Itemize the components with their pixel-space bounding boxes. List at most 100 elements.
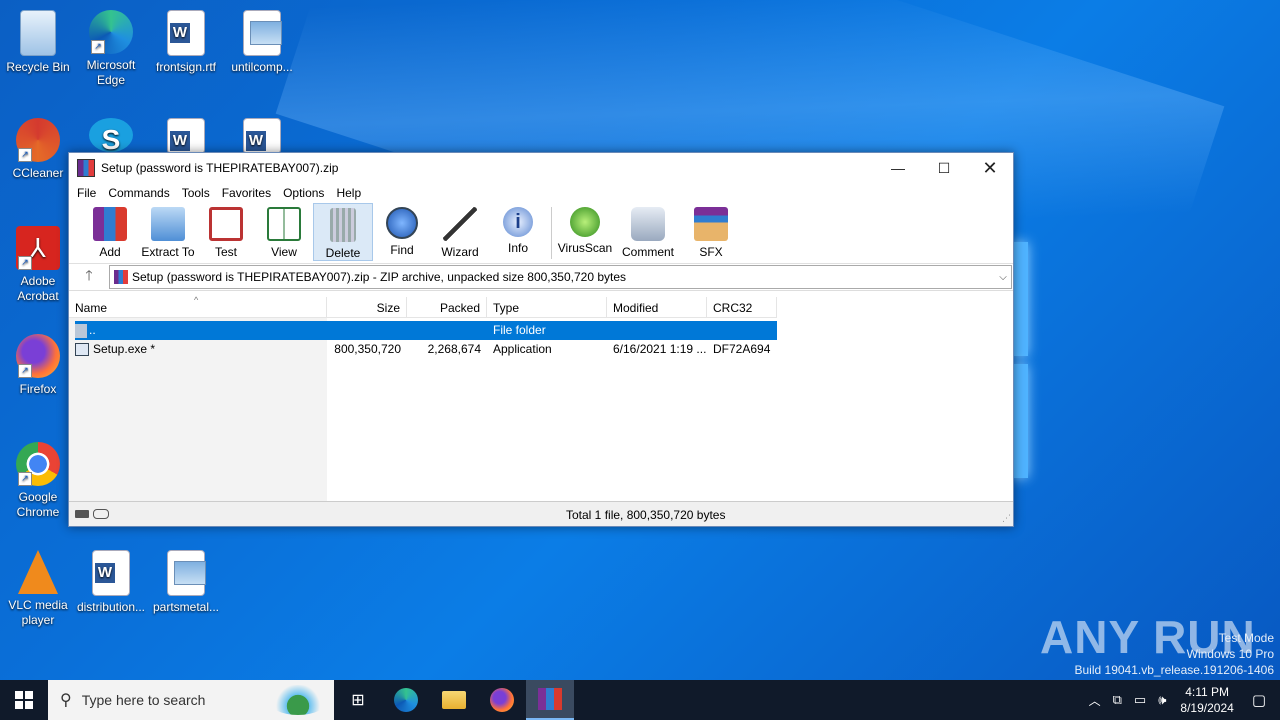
column-label: Name [75, 301, 108, 315]
watermark-line: Windows 10 Pro [1186, 647, 1274, 661]
row-name-cell: .. [75, 321, 327, 340]
system-tray: ︿ ⧉ ▭ 🕪 4:11 PM 8/19/2024 ▢ [1083, 680, 1280, 720]
edge-icon: ↗ [89, 10, 133, 54]
column-header-size[interactable]: Size [327, 297, 407, 317]
key-icon[interactable] [93, 509, 109, 519]
taskbar-winrar[interactable] [526, 680, 574, 720]
device-icon[interactable]: ⧉ [1113, 692, 1122, 708]
toolbar-label: SFX [699, 245, 723, 259]
toolbar: Add Extract To Test View Delete Find Wiz… [69, 203, 1013, 264]
desktop-icon-label: Recycle Bin [6, 60, 70, 74]
task-view-button[interactable]: ⊞ [334, 680, 382, 720]
table-row[interactable]: Setup.exe * 800,350,720 2,268,674 Applic… [75, 340, 777, 359]
desktop-icon-partsmetal[interactable]: partsmetal... [148, 544, 224, 615]
toolbar-label: View [271, 245, 297, 259]
desktop-icon-recycle-bin[interactable]: Recycle Bin [0, 4, 76, 75]
word-doc-icon: W [92, 550, 130, 596]
table-row[interactable]: .. File folder [75, 321, 777, 340]
menu-commands[interactable]: Commands [102, 186, 175, 200]
row-crc: DF72A694 [713, 342, 771, 356]
sfx-button[interactable]: SFX [682, 203, 740, 261]
desktop-icon-label: frontsign.rtf [155, 60, 217, 74]
desktop-icon-ccleaner[interactable]: ↗ CCleaner [0, 112, 76, 181]
column-header-packed[interactable]: Packed [407, 297, 487, 317]
toolbar-label: Extract To [141, 245, 195, 259]
menu-options[interactable]: Options [277, 186, 330, 200]
desktop-icon-label: untilcomp... [231, 60, 293, 74]
sfx-box-icon [694, 207, 728, 241]
chevron-up-icon[interactable]: ︿ [1089, 692, 1101, 709]
desktop-icon-firefox[interactable]: ↗ Firefox [0, 328, 76, 397]
chevron-down-icon[interactable]: ⌵ [995, 272, 1011, 283]
wallpaper-windows-logo [1012, 242, 1030, 480]
start-button[interactable] [0, 680, 48, 720]
acrobat-icon: ⅄ ↗ [16, 226, 60, 270]
desktop-icon-label: VLC media player [8, 598, 68, 627]
search-icon: ⚲ [60, 692, 72, 709]
row-name-cell: Setup.exe * [75, 340, 327, 359]
menu-help[interactable]: Help [330, 186, 367, 200]
taskbar-firefox[interactable] [478, 680, 526, 720]
menu-favorites[interactable]: Favorites [216, 186, 277, 200]
desktop-icon-edge[interactable]: ↗ Microsoft Edge [73, 4, 149, 88]
folder-icon [442, 691, 466, 709]
notification-icon[interactable]: ▢ [1252, 691, 1266, 709]
desktop-icon-label: CCleaner [12, 166, 64, 180]
desktop-icon-frontsign[interactable]: W frontsign.rtf [148, 4, 224, 75]
desktop-icon-untilcomp[interactable]: untilcomp... [224, 4, 300, 75]
title-bar[interactable]: Setup (password is THEPIRATEBAY007).zip … [69, 153, 1013, 183]
file-list[interactable]: Name ^ Size Packed Type Modified CRC32 ..… [69, 295, 1013, 501]
row-type: Application [493, 342, 552, 356]
resize-grip-icon[interactable]: ⋰ [1002, 513, 1011, 524]
status-text: Total 1 file, 800,350,720 bytes [566, 508, 726, 522]
row-modified [607, 321, 707, 340]
toolbar-label: Test [214, 245, 237, 259]
desktop-icon-label: Firefox [19, 382, 57, 396]
column-header-modified[interactable]: Modified [607, 297, 707, 317]
toolbar-separator [551, 207, 552, 259]
up-arrow-icon[interactable]: 🡑 [69, 265, 109, 289]
delete-button[interactable]: Delete [313, 203, 373, 261]
toolbar-label: Delete [325, 246, 361, 260]
image-file-icon [167, 550, 206, 596]
column-header-name[interactable]: Name ^ [69, 295, 327, 317]
virus-scan-icon [570, 207, 600, 237]
menu-tools[interactable]: Tools [176, 186, 216, 200]
network-icon[interactable]: ▭ [1134, 692, 1146, 708]
desktop-icon-acrobat[interactable]: ⅄ ↗ Adobe Acrobat [0, 220, 76, 304]
add-button[interactable]: Add [81, 203, 139, 261]
drive-icon[interactable] [75, 510, 89, 518]
row-type: File folder [493, 323, 546, 337]
wizard-button[interactable]: Wizard [431, 203, 489, 261]
menu-file[interactable]: File [71, 186, 102, 200]
info-button[interactable]: i Info [489, 203, 547, 261]
info-icon: i [503, 207, 533, 237]
taskbar-file-explorer[interactable] [430, 680, 478, 720]
virusscan-button[interactable]: VirusScan [556, 203, 614, 261]
desktop-icon-vlc[interactable]: VLC media player [0, 544, 76, 628]
view-button[interactable]: View [255, 203, 313, 261]
extract-to-button[interactable]: Extract To [139, 203, 197, 261]
desktop-icon-chrome[interactable]: ↗ Google Chrome [0, 436, 76, 520]
comment-button[interactable]: Comment [614, 203, 682, 261]
taskbar-search-box[interactable]: ⚲ Type here to search [48, 680, 334, 720]
desktop-icon-skype[interactable]: S [73, 112, 149, 156]
find-button[interactable]: Find [373, 203, 431, 261]
column-header-crc32[interactable]: CRC32 [707, 297, 777, 317]
ccleaner-icon: ↗ [16, 118, 60, 162]
close-button[interactable]: ✕ [967, 153, 1013, 183]
chrome-icon: ↗ [16, 442, 60, 486]
desktop-icon-distribution[interactable]: W distribution... [73, 544, 149, 615]
winrar-window[interactable]: Setup (password is THEPIRATEBAY007).zip … [68, 152, 1014, 527]
test-button[interactable]: Test [197, 203, 255, 261]
search-placeholder: Type here to search [81, 692, 206, 708]
minimize-button[interactable]: — [875, 153, 921, 183]
firefox-icon [490, 688, 514, 712]
clock[interactable]: 4:11 PM 8/19/2024 [1180, 684, 1233, 716]
column-header-type[interactable]: Type [487, 297, 607, 317]
maximize-button[interactable]: ☐ [921, 153, 967, 183]
address-row: 🡑 Setup (password is THEPIRATEBAY007).zi… [69, 264, 1013, 291]
volume-icon[interactable]: 🕪 [1158, 692, 1166, 708]
taskbar-edge[interactable] [382, 680, 430, 720]
address-bar[interactable]: Setup (password is THEPIRATEBAY007).zip … [109, 265, 1012, 289]
